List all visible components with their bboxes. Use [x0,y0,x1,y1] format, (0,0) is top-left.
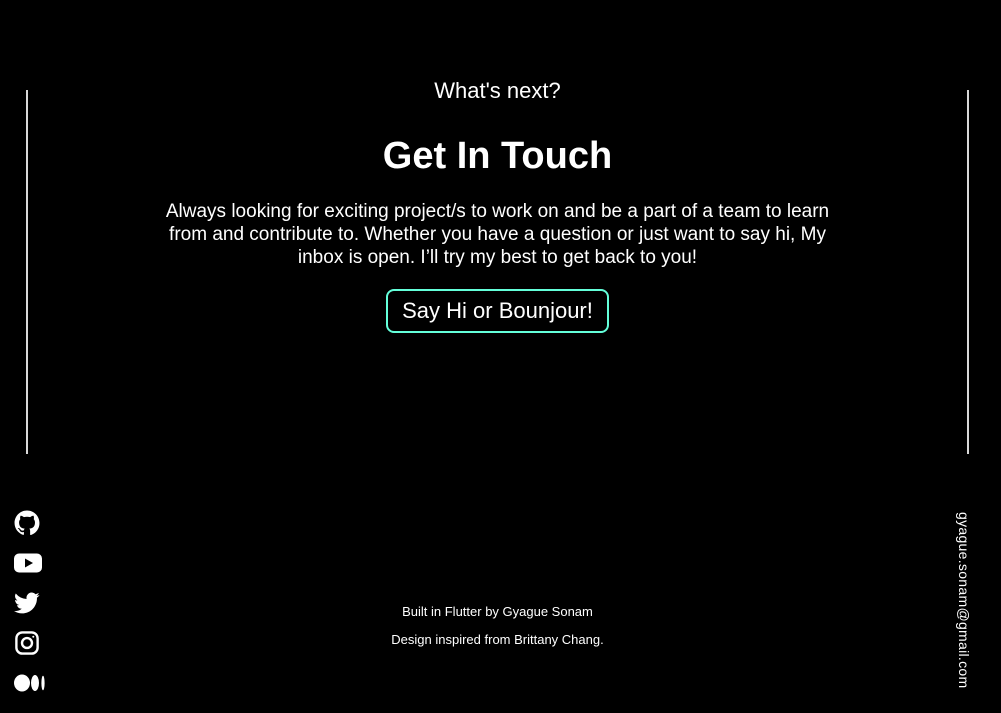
twitter-link[interactable] [14,590,46,616]
section-headline: Get In Touch [382,135,613,177]
contact-section: What's next? Get In Touch Always looking… [120,76,875,333]
section-eyebrow: What's next? [434,78,561,103]
github-icon [14,510,40,535]
youtube-icon [14,553,42,573]
instagram-link[interactable] [14,630,46,656]
medium-link[interactable] [14,670,46,696]
social-links [14,510,46,696]
footer: Built in Flutter by Gyague Sonam Design … [300,598,695,654]
medium-icon [14,674,45,692]
contact-blurb: Always looking for exciting project/s to… [165,201,830,268]
youtube-link[interactable] [14,550,46,576]
left-rail-line [26,90,28,454]
github-link[interactable] [14,510,46,536]
page: What's next? Get In Touch Always looking… [0,0,1001,713]
twitter-icon [14,592,40,614]
email-link[interactable]: gyague.sonam@gmail.com [956,512,972,688]
footer-inspired-by: Design inspired from Brittany Chang. [391,632,604,647]
footer-built-by: Built in Flutter by Gyague Sonam [402,604,593,619]
instagram-icon [15,631,39,655]
right-rail-line [967,90,969,454]
say-hi-button[interactable]: Say Hi or Bounjour! [386,289,609,333]
